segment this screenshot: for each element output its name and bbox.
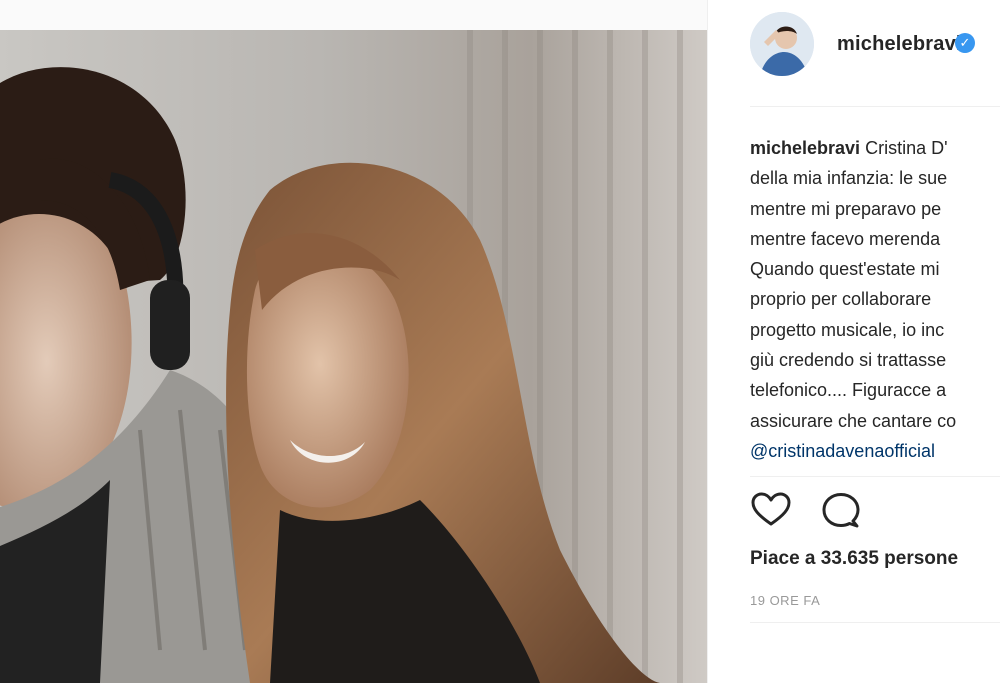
- post-photo[interactable]: [0, 30, 707, 683]
- caption-line: Quando quest'estate mi: [750, 259, 940, 280]
- likes-count[interactable]: Piace a 33.635 persone: [750, 548, 958, 570]
- avatar[interactable]: [750, 12, 814, 76]
- post-actions: [750, 490, 870, 534]
- caption-line: assicurare che cantare co: [750, 410, 957, 431]
- heart-icon: [751, 492, 791, 526]
- caption-line: michelebravi Cristina D': [750, 133, 1000, 163]
- post-caption: michelebravi Cristina D' della mia infan…: [750, 133, 1000, 466]
- post-header: michelebravi ✓: [708, 0, 1000, 96]
- like-button[interactable]: [750, 490, 792, 532]
- caption-line: progetto musicale, io inc: [750, 319, 945, 340]
- header-divider: [750, 106, 1000, 107]
- caption-line: mentre mi preparavo pe: [750, 198, 942, 219]
- post-username[interactable]: michelebravi: [837, 33, 962, 56]
- caption-line: mentre facevo merenda: [750, 228, 941, 249]
- actions-divider: [750, 476, 1000, 477]
- photo-image: [0, 30, 707, 683]
- caption-author[interactable]: michelebravi: [750, 138, 860, 158]
- post-side-panel: michelebravi ✓ michelebravi Cristina D' …: [708, 0, 1000, 683]
- caption-mention-link[interactable]: @cristinadavenaofficial: [750, 441, 935, 461]
- caption-line: giù credendo si trattasse: [750, 350, 947, 371]
- caption-text: Cristina D': [865, 138, 948, 158]
- caption-line: @cristinadavenaofficial: [750, 436, 1000, 466]
- caption-line: della mia infanzia: le sue: [750, 168, 948, 189]
- comment-icon: [822, 493, 860, 528]
- verified-badge-icon: ✓: [955, 33, 975, 53]
- caption-line: proprio per collaborare: [750, 289, 932, 310]
- caption-line: telefonico.... Figuracce a: [750, 380, 947, 401]
- top-strip: [0, 0, 707, 30]
- comment-button[interactable]: [820, 490, 862, 532]
- post-timestamp[interactable]: 19 ORE FA: [750, 593, 820, 608]
- avatar-image: [750, 12, 814, 76]
- footer-divider: [750, 622, 1000, 623]
